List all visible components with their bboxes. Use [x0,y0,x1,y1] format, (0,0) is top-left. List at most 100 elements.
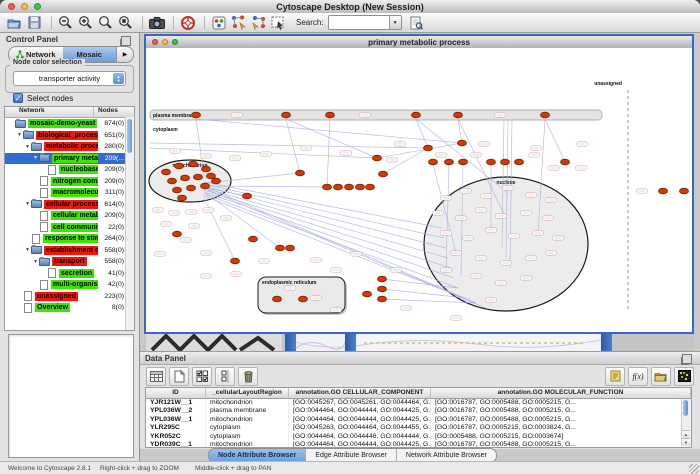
tree-row[interactable]: multi-organism pro42(0) [5,279,134,291]
background-window-edge[interactable] [601,334,612,351]
table-cell[interactable]: YJR121W__1 [146,399,206,407]
delete-attribute-icon[interactable] [238,367,258,386]
network-node[interactable] [334,184,343,190]
vizmapper-icon[interactable] [210,14,227,31]
network-node[interactable] [458,140,467,146]
network-edge[interactable] [416,119,428,148]
network-node[interactable] [378,296,387,302]
table-column-header[interactable]: annotation.GO CELLULAR_COMPONENT [289,388,431,399]
network-node[interactable] [187,185,196,191]
background-window[interactable] [146,334,282,351]
network-node[interactable] [249,236,258,242]
select-attributes-icon[interactable] [192,367,212,386]
network-node[interactable] [192,112,201,118]
table-cell[interactable]: [GO:0045263, GO:0044464, GO:0044455, G..… [289,424,431,432]
network-node[interactable] [296,170,305,176]
table-scrollbar[interactable]: ▲ ▼ [681,399,690,446]
tree-row[interactable]: ▼transport558(0) [5,256,134,268]
network-node[interactable] [173,231,182,237]
network-node[interactable] [680,188,689,194]
tree-row[interactable]: nucleobase-209(0) [5,164,134,176]
table-cell[interactable]: plasma membrane [206,407,289,415]
tree-row[interactable]: ▼biological_process651(0) [5,130,134,142]
tree-row[interactable]: ▼primary metabo209(... [5,153,134,165]
network-node[interactable] [366,184,375,190]
tree-row[interactable]: secretion41(0) [5,268,134,280]
table-cell[interactable]: mitochondrion [206,441,289,448]
node-color-select[interactable]: transporter activity ▲▼ [13,71,126,86]
network-edge[interactable] [545,119,565,162]
search-input[interactable]: ▼ [328,15,402,30]
tree-row[interactable]: cell communicat22(0) [5,222,134,234]
tree-row[interactable]: response to stimul264(0) [5,233,134,245]
snapshot-icon[interactable] [148,14,165,31]
network-node[interactable] [445,159,454,165]
network-edge[interactable] [150,143,428,148]
tree-row[interactable]: macromolecule311(0) [5,187,134,199]
tree-row[interactable]: unassigned223(0) [5,291,134,303]
network-node[interactable] [286,245,295,251]
table-cell[interactable]: [GO:0016787, GO:0005488, GO:0005215, G..… [431,399,691,407]
tree-expand-icon[interactable]: ▼ [24,144,31,150]
table-cell[interactable]: [GO:0045267, GO:0045261, GO:0044464, G..… [289,399,431,407]
network-node[interactable] [231,258,240,264]
network-node[interactable] [299,296,308,302]
network-node[interactable] [378,276,387,282]
background-window[interactable] [356,334,601,351]
control-panel-float-icon[interactable] [121,36,131,46]
network-node[interactable] [378,286,387,292]
table-scroll-down-icon[interactable]: ▼ [682,438,690,446]
table-cell[interactable]: YKR052C [146,433,206,441]
network-node[interactable] [212,178,221,184]
table-cell[interactable]: [GO:0044464, GO:0044444, GO:0044425, G..… [289,407,431,415]
network-node[interactable] [175,163,184,169]
network-edge[interactable] [377,143,462,158]
table-cell[interactable]: [GO:0005488, GO:0005215, GO:0003674] [431,433,691,441]
data-panel-header[interactable]: Data Panel [140,352,700,365]
network-node[interactable] [515,159,524,165]
window-resize-grip[interactable] [689,464,699,474]
tree-scrollbar[interactable] [125,117,134,330]
birdseye-view-panel[interactable] [8,334,134,458]
tree-row[interactable]: ▼metabolic process280(0) [5,141,134,153]
open-file-icon[interactable] [6,14,23,31]
save-session-icon[interactable] [26,14,43,31]
new-view-icon[interactable] [250,14,267,31]
table-cell[interactable]: [GO:0016787, GO:0005488, GO:0005215, G..… [431,441,691,448]
select-columns-icon[interactable] [215,367,235,386]
network-node[interactable] [162,169,171,175]
network-edge[interactable] [327,119,330,187]
table-cell[interactable]: [GO:0016787, GO:0005488, GO:0005215, G..… [431,407,691,415]
network-node[interactable] [189,161,198,167]
network-node[interactable] [194,174,203,180]
tree-column-nodes[interactable]: Nodes [93,107,134,117]
table-cell[interactable]: [GO:0044464, GO:0044444, GO:0044425, G..… [289,441,431,448]
network-node[interactable] [541,112,550,118]
table-column-header[interactable]: ID [146,388,206,399]
network-edge[interactable] [206,193,280,248]
tree-expand-icon[interactable]: ▼ [32,259,39,265]
hide-selected-icon[interactable] [230,14,247,31]
network-canvas[interactable]: plasma membranecytoplasmmitochondrionnuc… [146,48,692,332]
tree-scrollbar-thumb[interactable] [127,119,132,153]
search-dropdown-arrow-icon[interactable]: ▼ [389,16,401,29]
table-scroll-up-icon[interactable]: ▲ [682,430,690,438]
table-cell[interactable]: [GO:0016787, GO:0005215, GO:0003824, G..… [431,424,691,432]
attribute-matrix-icon[interactable] [674,367,694,386]
zoom-out-icon[interactable] [57,14,74,31]
tree-row[interactable]: mosaic-demo-yeast874(0) [5,118,134,130]
tree-expand-icon[interactable]: ▼ [24,201,31,207]
background-window-edge[interactable] [285,334,296,351]
network-node[interactable] [202,166,211,172]
tree-expand-icon[interactable]: ▼ [32,155,39,161]
new-attribute-icon[interactable] [169,367,189,386]
table-cell[interactable]: [GO:0016787, GO:0005488, GO:0005215, G..… [431,416,691,424]
table-cell[interactable]: YPL036W__2 [146,407,206,415]
network-edge[interactable] [416,119,508,193]
table-cell[interactable]: YDR039C__1 [146,441,206,448]
network-node[interactable] [282,112,291,118]
network-node[interactable] [459,159,468,165]
zoom-in-icon[interactable] [77,14,94,31]
help-icon[interactable] [179,14,196,31]
tree-row[interactable]: nitrogen compo209(0) [5,176,134,188]
